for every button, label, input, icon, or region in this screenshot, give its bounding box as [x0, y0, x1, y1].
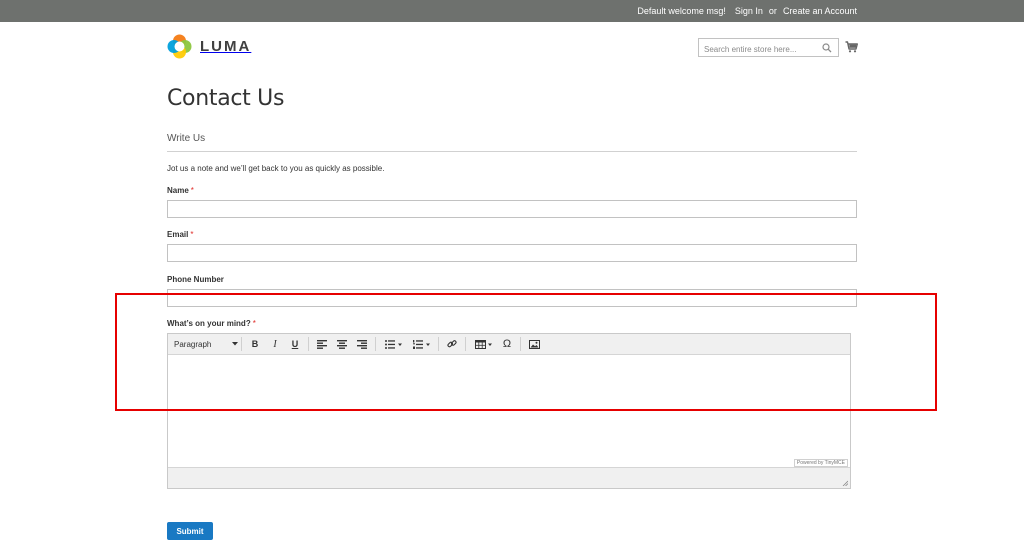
format-select[interactable]: Paragraph	[168, 334, 238, 355]
comment-label-text: What’s on your mind?	[167, 319, 251, 328]
search-box	[698, 38, 839, 58]
bold-icon: B	[251, 339, 259, 349]
phone-label-text: Phone Number	[167, 275, 224, 284]
format-select-value: Paragraph	[174, 339, 212, 349]
align-center-button[interactable]	[332, 334, 352, 355]
required-mark: *	[190, 186, 194, 195]
align-right-icon	[357, 339, 367, 349]
bullet-list-button[interactable]	[379, 334, 407, 355]
toolbar-separator	[308, 337, 309, 351]
submit-button[interactable]: Submit	[167, 522, 213, 540]
numbered-list-button[interactable]	[407, 334, 435, 355]
search-icon[interactable]	[822, 43, 832, 53]
italic-icon: I	[273, 338, 277, 350]
bold-button[interactable]: B	[245, 334, 265, 355]
numbered-list-icon	[412, 339, 430, 349]
align-right-button[interactable]	[352, 334, 372, 355]
insert-image-button[interactable]	[524, 334, 544, 355]
editor-statusbar	[168, 467, 850, 488]
name-label: Name *	[167, 186, 194, 195]
toolbar-separator	[241, 337, 242, 351]
toolbar-separator	[465, 337, 466, 351]
align-left-icon	[317, 339, 327, 349]
email-field[interactable]	[167, 244, 857, 262]
toolbar-separator	[438, 337, 439, 351]
email-label-text: Email	[167, 230, 189, 239]
underline-button[interactable]: U	[285, 334, 305, 355]
header-links: Default welcome msg! Sign In or Create a…	[637, 0, 857, 22]
or-separator: or	[768, 6, 777, 16]
comment-label: What’s on your mind? *	[167, 319, 256, 328]
required-mark: *	[190, 230, 194, 239]
store-logo[interactable]: LUMA	[167, 34, 251, 59]
create-account-link[interactable]: Create an Account	[783, 6, 857, 16]
legend-divider	[167, 151, 857, 152]
align-left-button[interactable]	[312, 334, 332, 355]
powered-by-tinymce[interactable]: Powered by TinyMCE	[793, 459, 848, 467]
form-intro-text: Jot us a note and we’ll get back to you …	[167, 164, 385, 173]
sign-in-link[interactable]: Sign In	[735, 6, 763, 16]
link-icon	[447, 340, 457, 348]
email-label: Email *	[167, 230, 193, 239]
italic-button[interactable]: I	[265, 334, 285, 355]
bullet-list-icon	[384, 339, 402, 349]
special-character-button[interactable]: Ω	[497, 334, 517, 355]
page-title: Contact Us	[167, 86, 285, 111]
luma-logo-icon	[167, 34, 192, 59]
comment-editor: Paragraph B I U Ω Powered by TinyMCE	[167, 333, 851, 489]
name-label-text: Name	[167, 186, 189, 195]
insert-link-button[interactable]	[442, 334, 462, 355]
cart-icon[interactable]	[845, 41, 858, 53]
resize-handle-icon[interactable]	[842, 480, 848, 486]
phone-field[interactable]	[167, 289, 857, 307]
top-bar: Default welcome msg! Sign In or Create a…	[0, 0, 1024, 22]
search-input[interactable]	[699, 41, 817, 58]
name-field[interactable]	[167, 200, 857, 218]
table-icon	[474, 339, 492, 349]
editor-toolbar: Paragraph B I U Ω	[168, 334, 850, 355]
caret-down-icon	[232, 342, 238, 346]
required-mark: *	[252, 319, 256, 328]
underline-icon: U	[291, 339, 299, 349]
form-legend: Write Us	[167, 133, 206, 144]
welcome-message: Default welcome msg!	[637, 6, 726, 16]
toolbar-separator	[520, 337, 521, 351]
toolbar-separator	[375, 337, 376, 351]
align-center-icon	[337, 339, 347, 349]
image-icon	[528, 339, 540, 349]
omega-icon: Ω	[502, 338, 512, 350]
editor-content-area[interactable]	[168, 356, 850, 467]
insert-table-button[interactable]	[469, 334, 497, 355]
logo-text: LUMA	[200, 38, 252, 55]
phone-label: Phone Number	[167, 275, 224, 284]
